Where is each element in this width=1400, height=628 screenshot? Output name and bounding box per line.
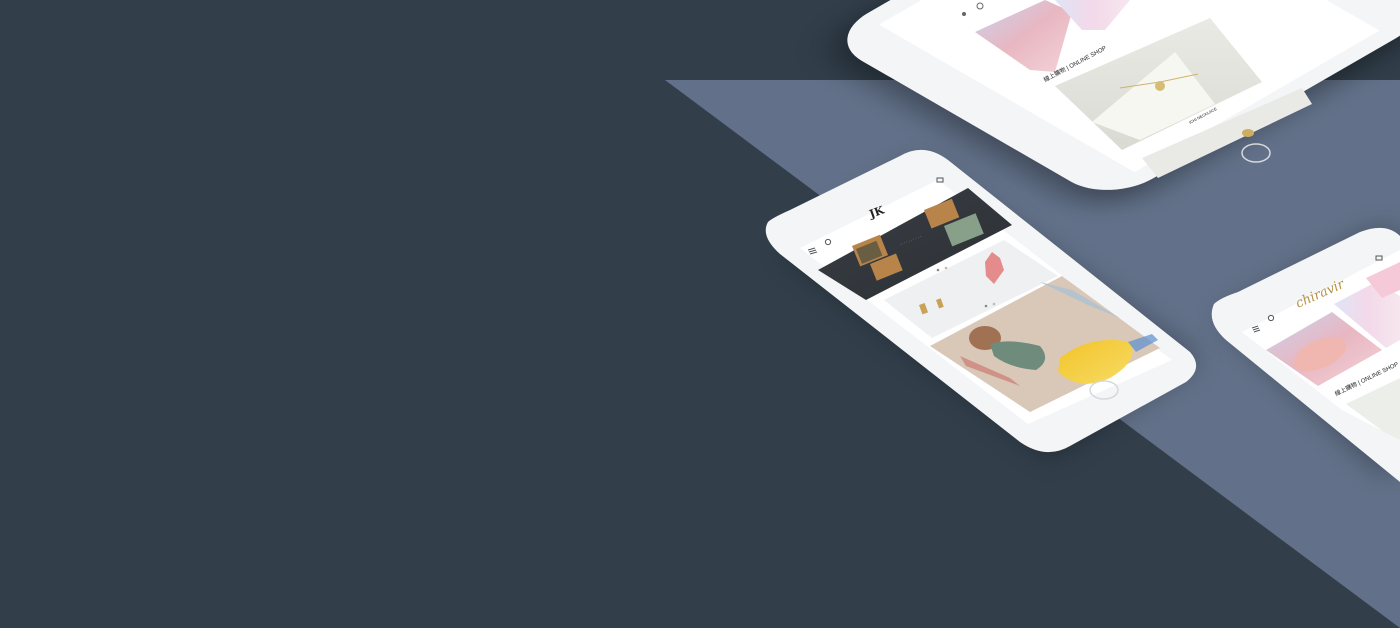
hero-illustration: 線上購物 | ONLINE SHOP ICHI NECKLACE JK · · …: [665, 0, 1400, 628]
menu-icon[interactable]: [962, 12, 966, 16]
